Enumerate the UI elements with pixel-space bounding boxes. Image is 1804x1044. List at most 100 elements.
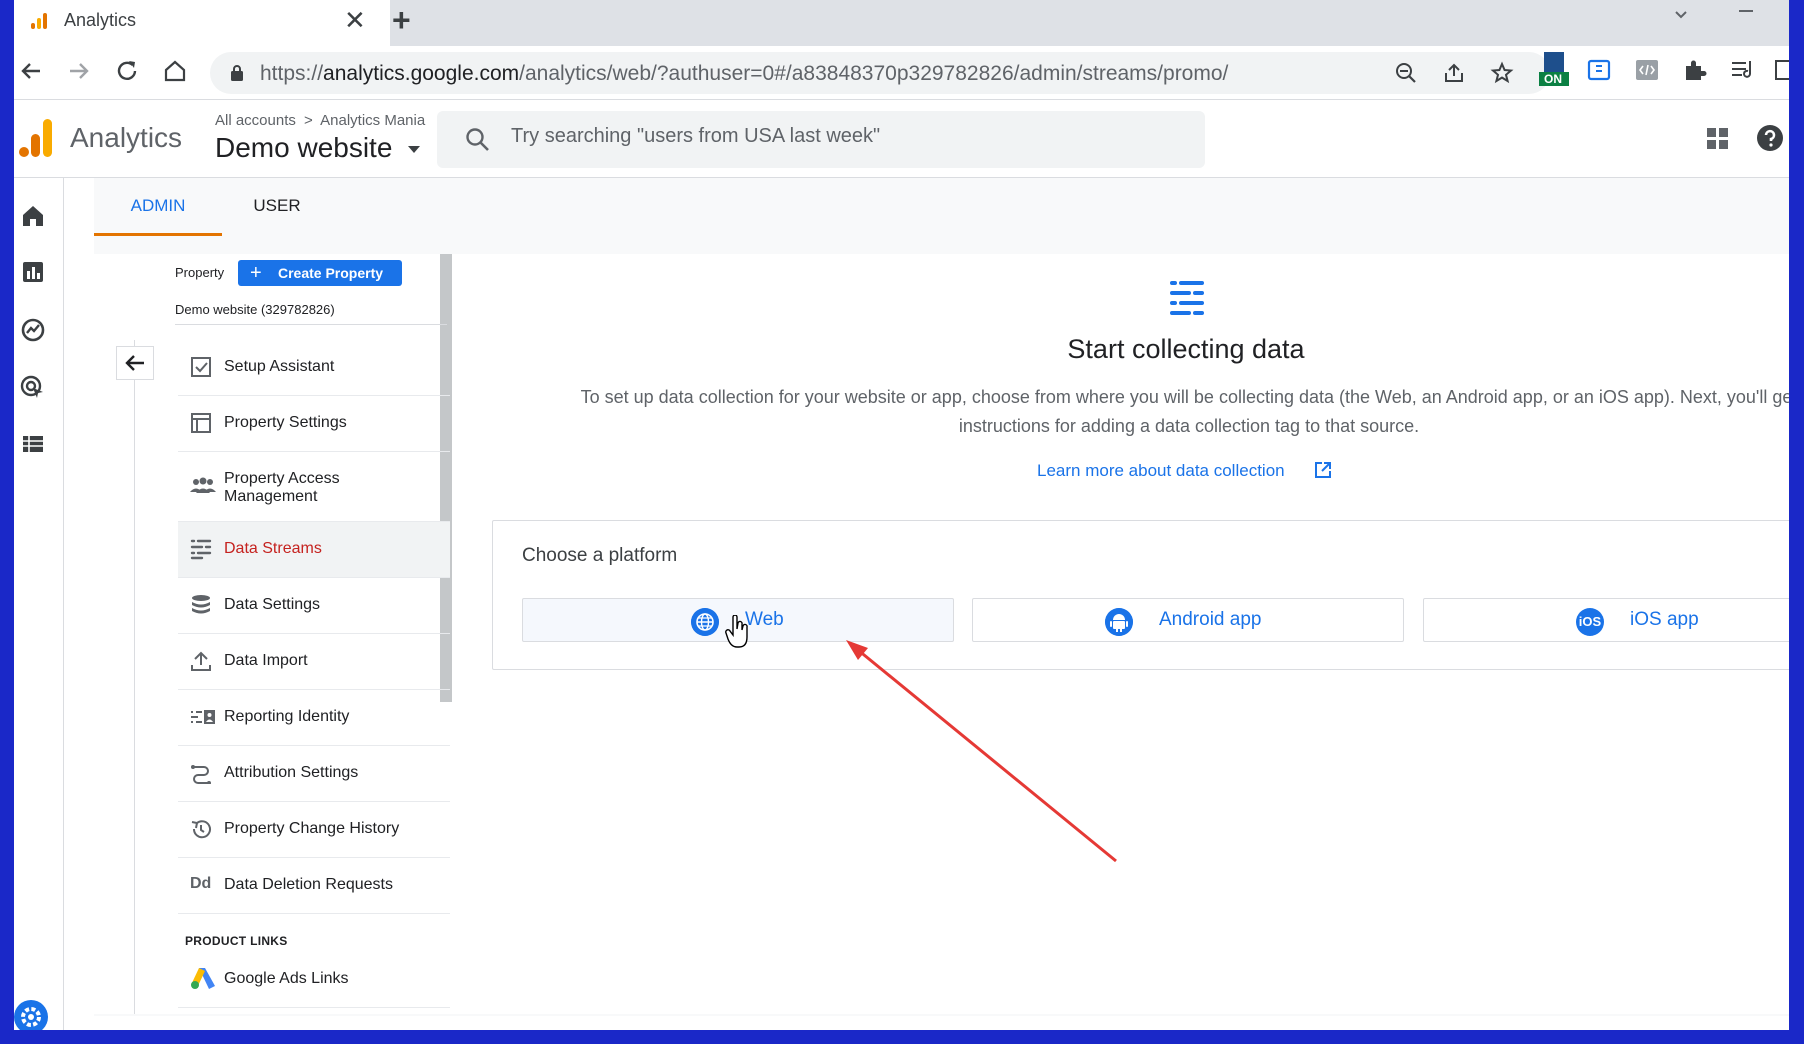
nav-label: Google Ads Links (224, 970, 349, 987)
choose-platform-heading: Choose a platform (522, 545, 678, 566)
reports-nav-icon[interactable] (19, 258, 47, 286)
arrow-left-icon (125, 355, 144, 371)
breadcrumb-all-accounts[interactable]: All accounts (215, 112, 296, 129)
tag-assistant-extension-icon[interactable]: ON (1538, 52, 1570, 86)
panel-divider (134, 340, 135, 1014)
globe-icon (691, 608, 719, 636)
home-nav-icon[interactable] (19, 202, 47, 230)
data-streams-hero-icon (1170, 281, 1204, 315)
create-property-label: Create Property (278, 265, 384, 281)
analytics-logo-icon[interactable] (18, 118, 54, 158)
learn-more-link[interactable]: Learn more about data collection (1037, 461, 1285, 481)
advertising-nav-icon[interactable] (19, 374, 47, 402)
analytics-header: Analytics All accounts > Analytics Mania… (14, 100, 1789, 178)
left-nav-rail (14, 178, 64, 1030)
extension-icon-2[interactable] (1586, 58, 1612, 82)
forward-icon[interactable] (64, 56, 94, 86)
app-name: Analytics (70, 122, 183, 153)
back-icon[interactable] (16, 56, 46, 86)
url-text: https://analytics.google.com/analytics/w… (260, 62, 1229, 85)
code-extension-icon[interactable] (1634, 58, 1660, 82)
tab-admin[interactable]: ADMIN (94, 178, 222, 236)
nav-item-data-settings[interactable]: Data Settings (178, 578, 450, 634)
nav-label: Setup Assistant (224, 358, 335, 375)
extensions-puzzle-icon[interactable] (1682, 58, 1708, 82)
caret-down-icon (408, 145, 421, 153)
tab-strip: Analytics ✕ + (14, 0, 1789, 46)
property-separator (175, 324, 447, 325)
nav-item-reporting-identity[interactable]: Reporting Identity (178, 690, 450, 746)
home-icon[interactable] (160, 56, 190, 86)
nav-item-property-change-history[interactable]: Property Change History (178, 802, 450, 858)
side-panel-icon[interactable] (1774, 58, 1789, 82)
breadcrumb[interactable]: All accounts > Analytics Mania (215, 112, 425, 129)
database-icon (192, 595, 210, 614)
reload-icon[interactable] (112, 56, 142, 86)
tab-user[interactable]: USER (222, 178, 332, 236)
bookmark-star-icon[interactable] (1490, 61, 1514, 85)
history-icon (191, 820, 211, 839)
collapse-back-button[interactable] (116, 346, 154, 380)
help-icon[interactable] (1756, 124, 1784, 152)
identity-icon (191, 710, 215, 724)
tab-title: Analytics (64, 10, 137, 30)
choose-platform-card (492, 520, 1789, 670)
admin-user-tabs: ADMIN USER (94, 178, 1789, 236)
attribution-icon (191, 765, 211, 784)
nav-item-setup-assistant[interactable]: Setup Assistant (178, 340, 450, 396)
property-column-label: Property (175, 265, 225, 280)
nav-item-data-streams[interactable]: Data Streams (178, 522, 450, 578)
nav-label: Property Change History (224, 820, 400, 837)
google-ads-icon (191, 968, 215, 989)
nav-item-property-access-management[interactable]: Property Access Management (178, 452, 450, 522)
plus-icon: + (250, 262, 262, 284)
address-bar[interactable]: https://analytics.google.com/analytics/w… (210, 52, 1550, 94)
platform-android-button[interactable]: Android app (972, 598, 1404, 642)
new-tab-button[interactable]: + (392, 2, 411, 38)
page-title: Start collecting data (1067, 334, 1305, 364)
nav-label: Data Streams (224, 540, 322, 557)
property-picker-label: Demo website (215, 132, 393, 163)
nav-item-attribution-settings[interactable]: Attribution Settings (178, 746, 450, 802)
streams-icon (190, 539, 212, 560)
minimize-icon[interactable] (1738, 6, 1754, 16)
media-control-icon[interactable] (1730, 58, 1756, 82)
tab-search-icon[interactable] (1673, 8, 1689, 22)
dd-icon: Dd (190, 875, 212, 892)
hand-pointer-cursor-icon (725, 615, 748, 648)
platform-ios-button[interactable]: iOS iOS app (1423, 598, 1789, 642)
browser-toolbar: https://analytics.google.com/analytics/w… (14, 46, 1789, 100)
property-picker[interactable]: Demo website (215, 132, 421, 164)
search-icon (466, 128, 489, 151)
nav-label: Property Access Management (224, 470, 340, 505)
search-input[interactable] (511, 125, 1171, 148)
nav-label: Data Settings (224, 596, 321, 613)
explore-nav-icon[interactable] (19, 316, 47, 344)
android-icon (1105, 608, 1133, 636)
extension-on-badge: ON (1544, 72, 1562, 86)
tab-close-icon[interactable]: ✕ (344, 4, 366, 36)
browser-tab[interactable]: Analytics ✕ (14, 0, 390, 46)
platform-label: Android app (1159, 609, 1262, 630)
browser-window: Analytics ✕ + https://analytics.google.c… (14, 0, 1789, 1030)
admin-settings-gear-button[interactable] (14, 1000, 48, 1030)
nav-label: Data Deletion Requests (224, 876, 393, 893)
nav-item-property-settings[interactable]: Property Settings (178, 396, 450, 452)
create-property-button[interactable]: + Create Property (238, 260, 402, 286)
page-description: To set up data collection for your websi… (580, 387, 1789, 436)
search-bar[interactable] (437, 111, 1205, 168)
ios-icon: iOS (1576, 608, 1604, 636)
zoom-icon[interactable] (1394, 61, 1418, 85)
nav-item-data-deletion-requests[interactable]: Dd Data Deletion Requests (178, 858, 450, 914)
share-icon[interactable] (1442, 61, 1466, 85)
external-link-icon[interactable] (1314, 461, 1332, 479)
analytics-favicon-icon (31, 13, 47, 29)
breadcrumb-account[interactable]: Analytics Mania (320, 112, 425, 129)
nav-item-data-import[interactable]: Data Import (178, 634, 450, 690)
configure-nav-icon[interactable] (19, 430, 47, 458)
nav-label: Property Settings (224, 414, 347, 431)
gear-icon (21, 1007, 41, 1027)
nav-item-google-ads-links[interactable]: Google Ads Links (178, 952, 450, 1008)
property-id-label: Demo website (329782826) (175, 302, 335, 317)
apps-grid-icon[interactable] (1707, 128, 1729, 150)
